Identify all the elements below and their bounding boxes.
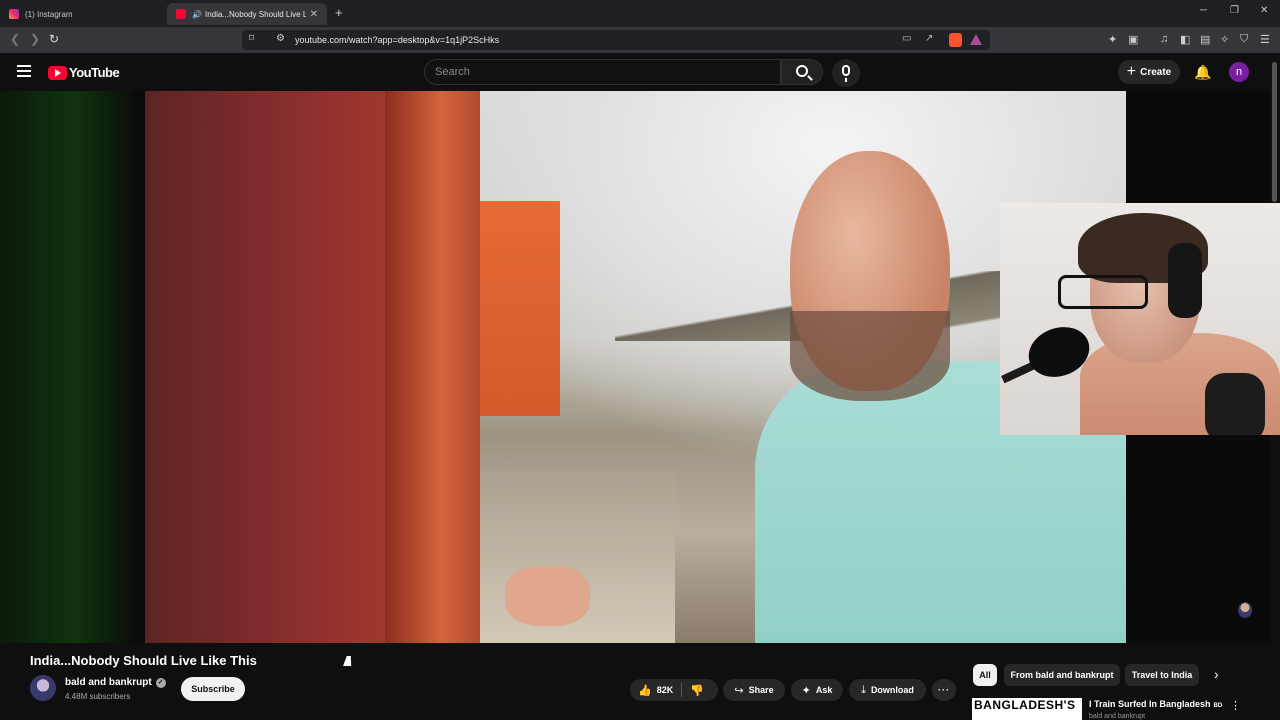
wallet-icon[interactable]: ▣	[1128, 33, 1138, 46]
instagram-icon	[9, 9, 19, 19]
browser-toolbar: ❮ ❯ ↻ ⌑ ⚙ youtube.com/watch?app=desktop&…	[0, 27, 1280, 53]
chip-all[interactable]: All	[973, 664, 997, 686]
shield-icon[interactable]: ⛉	[1240, 33, 1248, 46]
youtube-play-icon	[48, 65, 67, 80]
address-bar[interactable]: ⌑ ⚙ youtube.com/watch?app=desktop&v=1q1j…	[242, 30, 990, 50]
restore-icon[interactable]: ❐	[1230, 5, 1239, 16]
logo-text: YouTube	[69, 65, 120, 80]
chip-travel-to-india[interactable]: Travel to India	[1125, 664, 1199, 686]
page-scrollbar[interactable]	[1272, 62, 1277, 202]
browser-tab-strip: (1) Instagram 🔊 India...Nobody Should Li…	[0, 0, 1280, 27]
recommendation-menu-icon[interactable]: ⋮	[1230, 699, 1241, 712]
video-door-frame	[385, 91, 480, 643]
mouse-cursor-icon	[343, 656, 355, 666]
overlay-avatar[interactable]	[1238, 602, 1252, 618]
account-avatar[interactable]: n	[1229, 62, 1249, 82]
sidebar-icon[interactable]: ◧	[1180, 33, 1190, 46]
like-button[interactable]: 👍 82K	[630, 684, 681, 697]
channel-name[interactable]: bald and bankrupt ✓	[65, 677, 166, 688]
tab-label: (1) Instagram	[25, 9, 73, 19]
media-icon[interactable]: ♫	[1160, 33, 1168, 45]
menu-icon[interactable]: ☰	[1260, 33, 1270, 46]
create-label: Create	[1140, 66, 1172, 78]
chevron-right-icon[interactable]: ›	[1214, 666, 1219, 682]
recommendation-title[interactable]: I Train Surfed In Bangladesh BD	[1089, 699, 1222, 709]
like-count: 82K	[656, 685, 674, 695]
video-building	[470, 201, 560, 416]
youtube-icon	[176, 9, 186, 19]
video-player[interactable]	[145, 91, 1126, 643]
tab-youtube[interactable]: 🔊 India...Nobody Should Live Li ✕	[167, 3, 327, 25]
download-button[interactable]: ⤓ Download	[849, 679, 926, 701]
video-hand	[505, 566, 590, 626]
recommendation-channel: bald and bankrupt	[1089, 713, 1146, 720]
thumbs-down-icon: 👎	[690, 684, 704, 697]
subscribe-button[interactable]: Subscribe	[181, 677, 245, 701]
tab-instagram[interactable]: (1) Instagram	[0, 3, 165, 25]
channel-avatar[interactable]	[30, 675, 56, 701]
microphone-icon	[842, 65, 850, 82]
plus-icon: +	[1126, 63, 1137, 80]
webcam-overlay	[1000, 203, 1280, 435]
thumbs-up-icon: 👍	[638, 684, 652, 697]
verified-check-icon: ✓	[155, 677, 166, 688]
close-tab-icon[interactable]: ✕	[310, 9, 318, 20]
share-button[interactable]: ↪ Share	[723, 679, 785, 701]
search-icon	[796, 65, 808, 77]
ask-label: Ask	[815, 685, 833, 695]
speaker-icon[interactable]: 🔊	[192, 10, 202, 19]
youtube-logo[interactable]: YouTube	[48, 65, 120, 80]
recommendation-thumbnail[interactable]: BANGLADESH'S	[972, 698, 1082, 720]
share-page-icon[interactable]: ↗	[925, 33, 933, 44]
vpn-icon[interactable]: ▤	[1200, 33, 1210, 46]
create-button[interactable]: + Create	[1118, 60, 1180, 84]
forward-icon[interactable]: ❯	[30, 32, 40, 46]
voice-search-button[interactable]	[832, 59, 860, 87]
download-label: Download	[870, 685, 914, 695]
search-input[interactable]	[435, 64, 765, 80]
url-text[interactable]: youtube.com/watch?app=desktop&v=1q1jP2Sc…	[295, 35, 499, 45]
ask-button[interactable]: ✦ Ask	[791, 679, 843, 701]
tab-label: India...Nobody Should Live Li	[204, 9, 306, 19]
subscriber-count: 4.48M subscribers	[65, 692, 131, 701]
notifications-bell-icon[interactable]: 🔔	[1194, 64, 1211, 81]
like-dislike-group: 👍 82K 👎	[630, 679, 718, 701]
share-icon: ↪	[734, 684, 744, 697]
leo-icon[interactable]: ✧	[1220, 33, 1229, 46]
search-box	[424, 59, 781, 85]
guide-menu-icon[interactable]	[17, 65, 31, 77]
share-label: Share	[748, 685, 774, 695]
extensions-icon[interactable]: ✦	[1108, 33, 1117, 46]
download-icon: ⤓	[861, 683, 866, 696]
close-window-icon[interactable]: ✕	[1260, 5, 1268, 16]
new-tab-button[interactable]: +	[335, 5, 343, 20]
reload-icon[interactable]: ↻	[49, 32, 59, 46]
chip-from-channel[interactable]: From bald and bankrupt	[1004, 664, 1120, 686]
cast-icon[interactable]: ▭	[902, 33, 911, 44]
site-settings-icon[interactable]: ⚙	[276, 33, 285, 44]
channel-name-text[interactable]: bald and bankrupt	[65, 677, 152, 688]
bookmark-icon[interactable]: ⌑	[249, 33, 254, 44]
brave-shields-icon[interactable]	[949, 33, 962, 47]
youtube-header: YouTube + Create 🔔 n	[0, 53, 1280, 91]
dislike-button[interactable]: 👎	[682, 684, 712, 697]
back-icon[interactable]: ❮	[10, 32, 20, 46]
search-button[interactable]	[781, 59, 823, 85]
video-title: India...Nobody Should Live Like This	[30, 653, 257, 668]
recommendation-title-text[interactable]: I Train Surfed In Bangladesh	[1089, 699, 1211, 709]
minimize-icon[interactable]: ─	[1200, 5, 1207, 16]
more-actions-button[interactable]: ···	[932, 679, 956, 701]
brave-rewards-icon[interactable]	[970, 34, 982, 45]
recommendation-tag: BD	[1213, 703, 1223, 709]
sparkle-icon: ✦	[801, 684, 811, 697]
